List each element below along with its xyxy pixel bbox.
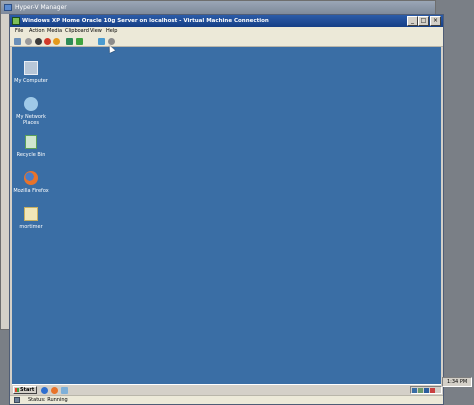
vm-window-title: Windows XP Home Oracle 10g Server on loc…	[22, 18, 269, 24]
shutdown-icon[interactable]	[44, 38, 51, 45]
system-tray	[410, 386, 442, 394]
desktop-icon-firefox[interactable]: Mozilla Firefox	[12, 171, 50, 194]
show-desktop-icon[interactable]	[61, 387, 68, 394]
desktop-icon-my-computer[interactable]: My Computer	[12, 61, 50, 84]
tray-monitor-icon[interactable]	[424, 388, 429, 393]
vm-toolbar	[10, 36, 443, 47]
tray-app-icon[interactable]	[418, 388, 423, 393]
network-places-icon	[24, 97, 38, 111]
clock-area[interactable]: 1:34 PM	[442, 377, 472, 387]
desktop-icon-label: Mozilla Firefox	[13, 188, 49, 194]
save-icon[interactable]	[53, 38, 60, 45]
hyperv-manager-titlebar[interactable]: Hyper-V Manager	[1, 1, 435, 14]
vm-connection-icon	[12, 17, 20, 25]
vm-titlebar[interactable]: Windows XP Home Oracle 10g Server on loc…	[10, 15, 443, 27]
clock: 1:34 PM	[447, 379, 468, 385]
windows-logo-icon	[15, 388, 19, 392]
menu-media[interactable]: Media	[47, 27, 62, 36]
start-label: Start	[20, 387, 35, 393]
minimize-button[interactable]: _	[407, 16, 418, 26]
guest-desktop[interactable]: My Computer My Network Places Recycle Bi…	[12, 47, 441, 384]
menu-action[interactable]: Action	[29, 27, 45, 36]
hyperv-icon	[4, 4, 12, 11]
menu-view[interactable]: View	[90, 27, 102, 36]
menu-file[interactable]: File	[15, 27, 23, 36]
desktop-icon-recycle-bin[interactable]: Recycle Bin	[12, 135, 50, 158]
user-folder-icon	[24, 207, 38, 221]
security-tray-icon[interactable]	[430, 388, 435, 393]
internet-explorer-icon[interactable]	[41, 387, 48, 394]
turn-off-icon[interactable]	[35, 38, 42, 45]
menu-clipboard[interactable]: Clipboard	[65, 27, 89, 36]
desktop-icon-label: My Network Places	[16, 114, 46, 126]
reset-icon[interactable]	[76, 38, 83, 45]
firefox-quicklaunch-icon[interactable]	[51, 387, 58, 394]
desktop-icon-mortimer[interactable]: mortimer	[12, 207, 50, 230]
close-button[interactable]: ×	[430, 16, 441, 26]
hyperv-manager-title: Hyper-V Manager	[15, 4, 67, 11]
firefox-icon	[24, 171, 38, 185]
vm-connection-window: Windows XP Home Oracle 10g Server on loc…	[9, 14, 444, 405]
ctrl-alt-del-icon[interactable]	[14, 38, 21, 45]
menu-help[interactable]: Help	[106, 27, 117, 36]
menu-bar: File Action Media Clipboard View Help	[10, 27, 443, 36]
my-computer-icon	[24, 61, 38, 75]
status-monitor-icon	[14, 397, 20, 403]
desktop-icon-label: Recycle Bin	[16, 152, 46, 158]
desktop-icon-network-places[interactable]: My Network Places	[12, 97, 50, 126]
recycle-bin-icon	[25, 135, 37, 149]
start-icon[interactable]	[25, 38, 32, 45]
snapshot-icon[interactable]	[98, 38, 105, 45]
network-tray-icon[interactable]	[412, 388, 417, 393]
desktop-icon-label: mortimer	[19, 224, 43, 230]
maximize-button[interactable]: □	[418, 16, 429, 26]
desktop-icon-label: My Computer	[14, 78, 48, 84]
start-button[interactable]: Start	[13, 386, 37, 394]
status-text: Status: Running	[28, 397, 68, 403]
guest-taskbar: Start	[12, 384, 442, 395]
pause-icon[interactable]	[66, 38, 73, 45]
vm-status-bar: Status: Running	[10, 395, 443, 404]
